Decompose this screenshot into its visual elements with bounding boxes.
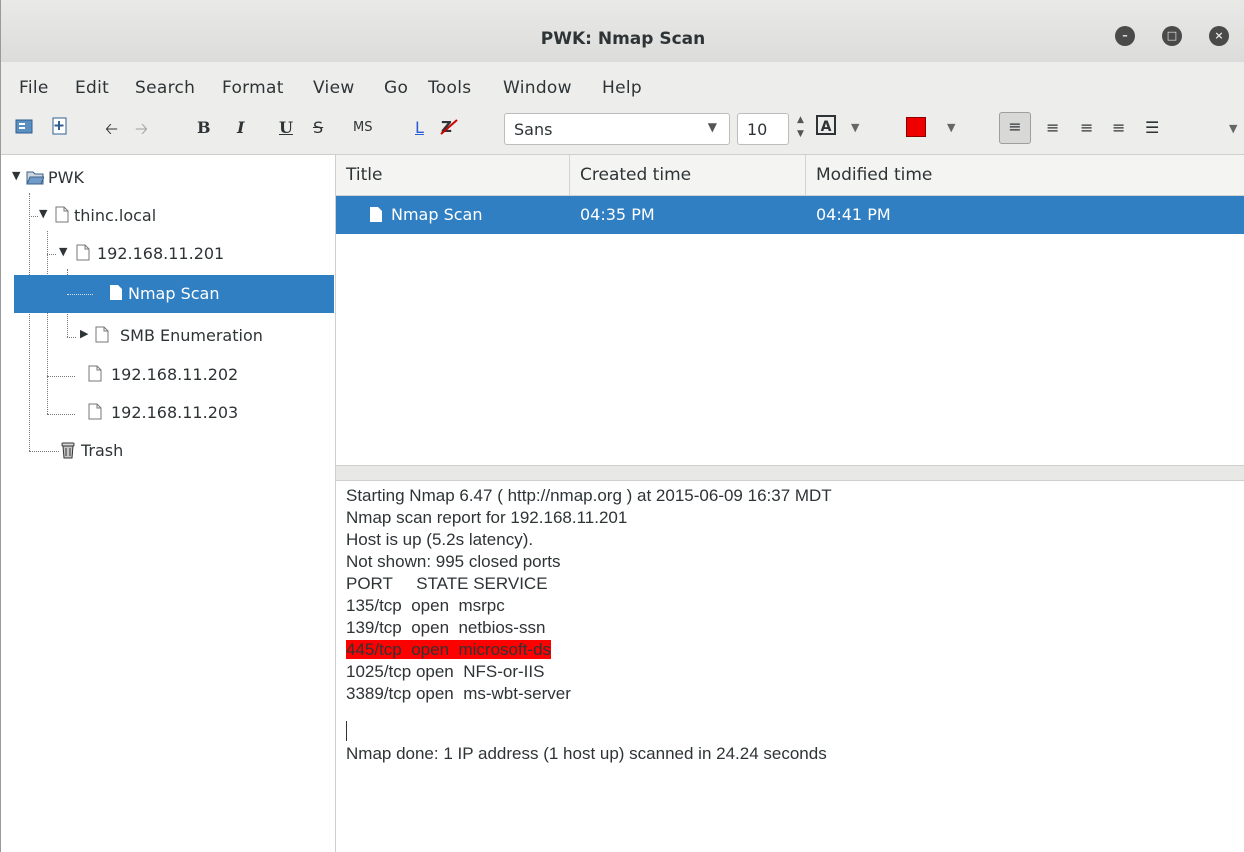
cell-title: Nmap Scan xyxy=(391,205,483,224)
expander-right-icon[interactable]: ▶ xyxy=(80,327,88,340)
notebook-tree[interactable]: ▼ PWK ▼ thinc.local ▼ 192.168.11.201 Nma… xyxy=(1,155,336,852)
new-child-page-icon[interactable] xyxy=(51,117,69,139)
table-header: Title Created time Modified time xyxy=(336,155,1244,196)
editor-line: 135/tcp open msrpc xyxy=(346,596,505,615)
tree-item-192-168-11-201[interactable]: ▼ 192.168.11.201 xyxy=(1,235,334,273)
toolbar: 🡠 🡢 B I U S MS L Z Sans ▼ 10 ▲ ▼ A ▼ ▼ ≡ … xyxy=(1,104,1244,155)
table-row[interactable]: Nmap Scan 04:35 PM 04:41 PM xyxy=(336,196,1244,234)
chevron-down-icon[interactable]: ▼ xyxy=(947,121,955,134)
editor-line: 1025/tcp open NFS-or-IIS xyxy=(346,662,545,681)
title-bar[interactable]: PWK: Nmap Scan – □ × xyxy=(1,0,1244,63)
font-size-input[interactable]: 10 xyxy=(737,113,789,145)
menu-file[interactable]: File xyxy=(19,78,49,98)
page-filled-icon xyxy=(369,206,383,223)
editor-line-highlighted: 445/tcp open microsoft-ds xyxy=(346,639,552,661)
bullet-list-icon[interactable]: ☰ xyxy=(1145,118,1159,137)
italic-button[interactable]: I xyxy=(237,118,244,137)
page-icon xyxy=(88,365,102,382)
font-size-stepper[interactable]: ▲ ▼ xyxy=(797,113,804,141)
tree-item-192-168-11-203[interactable]: 192.168.11.203 xyxy=(1,394,334,432)
maximize-icon[interactable]: □ xyxy=(1162,26,1182,46)
editor-line: Nmap scan report for 192.168.11.201 xyxy=(346,508,628,527)
folder-open-icon xyxy=(26,170,45,187)
clear-format-icon[interactable]: Z xyxy=(439,117,459,141)
editor-line: Not shown: 995 closed ports xyxy=(346,552,561,571)
tree-item-label: PWK xyxy=(48,168,84,187)
align-left-icon[interactable]: ≡ xyxy=(999,112,1031,144)
tree-connector xyxy=(67,294,93,295)
close-icon[interactable]: × xyxy=(1209,26,1229,46)
cell-modified: 04:41 PM xyxy=(816,205,891,224)
tree-item-label: Nmap Scan xyxy=(128,284,220,303)
tree-item-nmap-scan[interactable]: Nmap Scan xyxy=(14,275,334,313)
strikethrough-button[interactable]: S xyxy=(313,118,323,137)
editor-line: 139/tcp open netbios-ssn xyxy=(346,618,546,637)
editor-line: 3389/tcp open ms-wbt-server xyxy=(346,684,571,703)
tree-item-label: 192.168.11.201 xyxy=(97,244,225,263)
page-icon xyxy=(76,244,90,261)
link-button[interactable]: L xyxy=(415,118,424,137)
column-header-modified[interactable]: Modified time xyxy=(806,155,1244,195)
underline-button[interactable]: U xyxy=(279,118,293,137)
tree-item-label: SMB Enumeration xyxy=(120,326,263,345)
editor-line: Nmap done: 1 IP address (1 host up) scan… xyxy=(346,744,827,763)
tree-item-label: thinc.local xyxy=(74,206,157,225)
align-center-icon[interactable]: ≡ xyxy=(1046,118,1059,137)
align-justify-icon[interactable]: ≡ xyxy=(1112,118,1125,137)
overflow-chevron-icon[interactable]: ▼ xyxy=(1229,122,1237,135)
bold-button[interactable]: B xyxy=(197,118,211,137)
font-family-select[interactable]: Sans ▼ xyxy=(504,113,730,145)
menu-go[interactable]: Go xyxy=(384,78,408,98)
page-icon xyxy=(55,206,69,223)
back-arrow-icon[interactable]: 🡠 xyxy=(105,118,118,145)
expander-down-icon[interactable]: ▼ xyxy=(59,245,67,258)
app-window: PWK: Nmap Scan – □ × File Edit Search Fo… xyxy=(0,0,1244,852)
monospace-button[interactable]: MS xyxy=(353,120,372,135)
page-icon xyxy=(95,326,109,343)
tree-item-thinc-local[interactable]: ▼ thinc.local xyxy=(1,197,334,235)
menu-tools[interactable]: Tools xyxy=(428,78,471,98)
align-right-icon[interactable]: ≡ xyxy=(1080,118,1093,137)
highlight-color-button[interactable] xyxy=(906,117,926,137)
text-caret xyxy=(346,721,347,741)
chevron-down-icon[interactable]: ▼ xyxy=(851,121,859,134)
tree-item-label: 192.168.11.203 xyxy=(111,403,239,422)
column-header-title[interactable]: Title xyxy=(336,155,570,195)
menu-window[interactable]: Window xyxy=(503,78,572,98)
pane-splitter[interactable] xyxy=(336,465,1244,481)
expander-down-icon[interactable]: ▼ xyxy=(39,207,47,220)
menu-help[interactable]: Help xyxy=(602,78,642,98)
text-color-button[interactable]: A xyxy=(816,115,836,135)
menu-view[interactable]: View xyxy=(313,78,355,98)
cell-created: 04:35 PM xyxy=(580,205,655,224)
tree-item-pwk[interactable]: ▼ PWK xyxy=(1,159,334,197)
pages-table: Title Created time Modified time Nmap Sc… xyxy=(336,155,1244,465)
tree-item-smb-enumeration[interactable]: ▶ SMB Enumeration xyxy=(1,317,334,355)
font-size-value: 10 xyxy=(747,120,768,139)
font-family-value: Sans xyxy=(514,120,553,139)
tree-item-192-168-11-202[interactable]: 192.168.11.202 xyxy=(1,356,334,394)
page-filled-icon xyxy=(109,284,123,301)
tree-item-label: 192.168.11.202 xyxy=(111,365,239,384)
editor-line: Starting Nmap 6.47 ( http://nmap.org ) a… xyxy=(346,486,832,505)
menu-search[interactable]: Search xyxy=(135,78,195,98)
trash-icon xyxy=(60,441,76,459)
highlighted-text: 445/tcp open microsoft-ds xyxy=(346,640,552,659)
menu-bar: File Edit Search Format View Go Tools Wi… xyxy=(1,62,1244,104)
editor-line: Host is up (5.2s latency). xyxy=(346,530,534,549)
expander-down-icon[interactable]: ▼ xyxy=(12,169,20,182)
note-editor[interactable]: Starting Nmap 6.47 ( http://nmap.org ) a… xyxy=(336,481,1244,852)
minimize-icon[interactable]: – xyxy=(1115,26,1135,46)
new-sibling-page-icon[interactable] xyxy=(15,117,33,139)
forward-arrow-icon[interactable]: 🡢 xyxy=(135,118,148,145)
window-title: PWK: Nmap Scan xyxy=(540,29,706,49)
chevron-down-icon: ▼ xyxy=(707,120,717,134)
editor-line: PORT STATE SERVICE xyxy=(346,574,548,593)
menu-format[interactable]: Format xyxy=(222,78,284,98)
column-header-created[interactable]: Created time xyxy=(570,155,806,195)
menu-edit[interactable]: Edit xyxy=(75,78,109,98)
page-icon xyxy=(88,403,102,420)
tree-item-label: Trash xyxy=(81,441,124,460)
tree-item-trash[interactable]: Trash xyxy=(1,432,334,470)
